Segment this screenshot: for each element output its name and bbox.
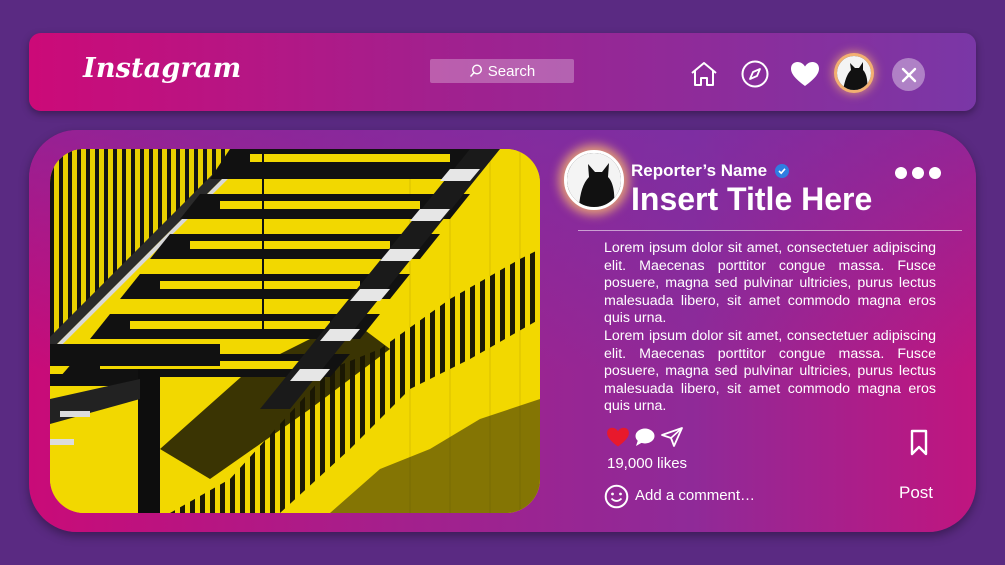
send-icon (661, 427, 683, 447)
close-button[interactable] (892, 58, 925, 91)
share-button[interactable] (660, 426, 684, 453)
comment-button[interactable] (634, 427, 656, 452)
author-avatar[interactable] (564, 150, 624, 210)
explore-button[interactable] (740, 59, 770, 89)
smiley-icon (604, 484, 629, 509)
bookmark-icon (910, 429, 928, 456)
close-icon (901, 67, 916, 82)
more-options-button[interactable] (895, 167, 941, 179)
more-dot (895, 167, 907, 179)
activity-button[interactable] (790, 59, 820, 89)
save-button[interactable] (909, 429, 929, 462)
cat-silhouette-icon (837, 56, 871, 90)
home-button[interactable] (689, 59, 719, 89)
post-title: Insert Title Here (631, 181, 873, 217)
divider (578, 230, 962, 231)
heart-icon (607, 427, 629, 446)
comment-icon (635, 428, 655, 446)
like-button[interactable] (606, 427, 630, 453)
profile-avatar[interactable] (837, 56, 871, 90)
search-icon (469, 64, 482, 78)
post-actions (606, 426, 684, 453)
post-image[interactable] (50, 149, 540, 513)
comment-input[interactable] (635, 487, 865, 504)
likes-count: 19,000 likes (607, 455, 688, 472)
search-label: Search (487, 62, 536, 80)
instagram-logo[interactable]: Instagram (83, 53, 241, 84)
search-box[interactable]: Search (430, 59, 574, 83)
more-dot (912, 167, 924, 179)
post-paragraph: Lorem ipsum dolor sit amet, consectetuer… (604, 327, 936, 415)
compass-icon (741, 60, 769, 88)
verified-badge-icon (775, 164, 790, 178)
reporter-name-label: Reporter’s Name (631, 161, 768, 180)
reporter-name[interactable]: Reporter’s Name (631, 161, 790, 181)
post-card: Reporter’s Name Insert Title Here Lorem … (29, 130, 976, 532)
post-body: Lorem ipsum dolor sit amet, consectetuer… (604, 240, 936, 416)
home-icon (691, 62, 717, 86)
heart-icon (791, 61, 819, 86)
more-dot (929, 167, 941, 179)
post-paragraph: Lorem ipsum dolor sit amet, consectetuer… (604, 240, 936, 327)
emoji-button[interactable] (604, 484, 629, 514)
post-button[interactable]: Post (899, 483, 933, 503)
top-bar: Instagram Search (29, 33, 976, 111)
cat-silhouette-icon (567, 153, 621, 207)
